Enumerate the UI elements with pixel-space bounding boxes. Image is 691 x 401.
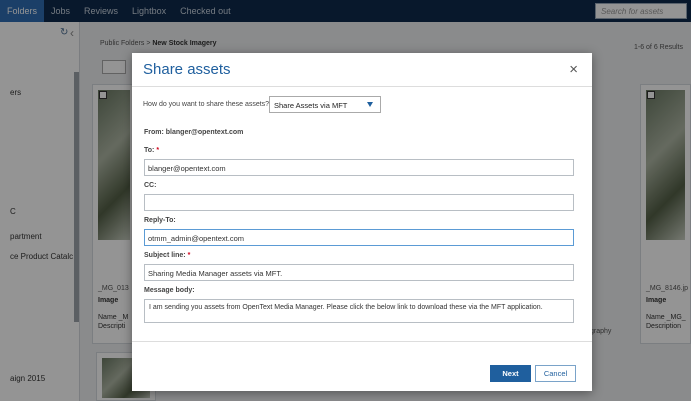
share-method-question: How do you want to share these assets? [143, 101, 270, 108]
cc-label: CC: [144, 182, 157, 189]
to-label: To: * [144, 147, 160, 154]
required-marker: * [187, 252, 191, 259]
reply-to-field[interactable]: otmm_admin@opentext.com [144, 229, 574, 246]
from-label: From: blanger@opentext.com [144, 129, 244, 136]
subject-field[interactable]: Sharing Media Manager assets via MFT. [144, 264, 574, 281]
message-body-field[interactable]: I am sending you assets from OpenText Me… [144, 299, 574, 323]
close-icon[interactable]: × [569, 62, 578, 77]
to-field[interactable]: blanger@opentext.com [144, 159, 574, 176]
subject-label: Subject line: * [144, 252, 191, 259]
share-method-value: Share Assets via MFT [274, 101, 348, 110]
reply-to-label: Reply-To: [144, 217, 176, 224]
dialog-footer: Next Cancel [132, 341, 592, 391]
required-marker: * [156, 147, 160, 154]
dialog-title: Share assets [143, 61, 231, 78]
caret-down-icon [367, 102, 373, 107]
cc-field[interactable] [144, 194, 574, 211]
share-method-select[interactable]: Share Assets via MFT [269, 96, 381, 113]
dialog-header: Share assets × [132, 53, 592, 87]
share-assets-dialog: Share assets × How do you want to share … [132, 53, 592, 391]
message-label: Message body: [144, 287, 195, 294]
cancel-button[interactable]: Cancel [535, 365, 576, 382]
next-button[interactable]: Next [490, 365, 531, 382]
